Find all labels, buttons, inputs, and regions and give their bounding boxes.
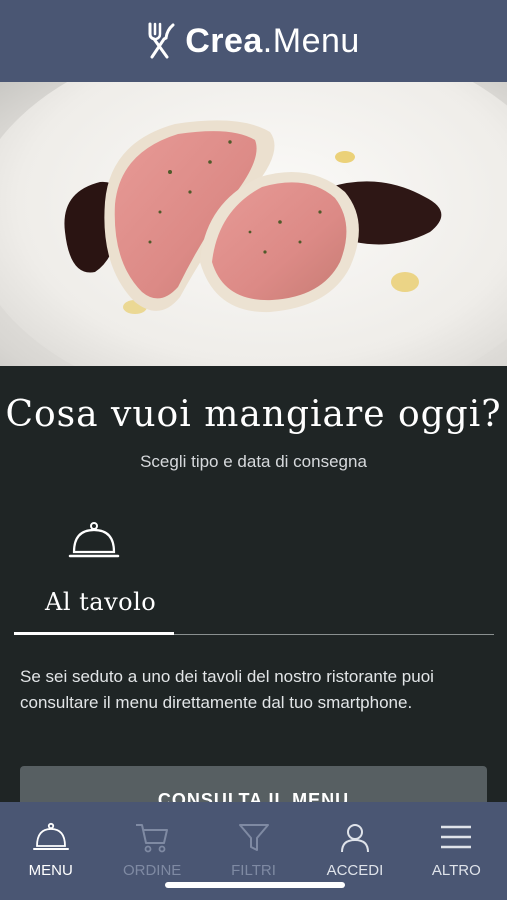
page-subtitle: Scegli tipo e data di consegna: [140, 452, 367, 471]
tab-active-indicator: [14, 632, 174, 635]
fork-knife-icon: [147, 22, 177, 60]
nav-label-accedi: ACCEDI: [326, 862, 384, 879]
app-logo-text: Crea.Menu: [185, 22, 360, 61]
nav-label-filtri: FILTRI: [231, 862, 276, 879]
nav-label-altro: ALTRO: [431, 862, 481, 879]
cloche-icon: [68, 520, 120, 571]
cart-icon: [134, 822, 170, 854]
home-indicator[interactable]: [165, 882, 345, 888]
user-icon: [337, 822, 373, 854]
cloche-icon: [32, 822, 69, 854]
tab-description: Se sei seduto a uno dei tavoli del nostr…: [20, 667, 434, 712]
app-logo[interactable]: Crea.Menu: [147, 22, 360, 61]
hamburger-icon: [438, 822, 474, 854]
nav-item-menu[interactable]: MENU: [0, 802, 101, 900]
tab-label: Al tavolo: [45, 588, 157, 616]
logo-text-bold: Crea: [185, 21, 263, 60]
nav-label-ordine: ORDINE: [122, 862, 182, 879]
main-content: Cosa vuoi mangiare oggi? Scegli tipo e d…: [0, 366, 507, 826]
hero-image: [0, 82, 507, 366]
page-title: Cosa vuoi mangiare oggi?: [5, 394, 502, 435]
filter-icon: [236, 822, 272, 854]
nav-label-menu: MENU: [28, 862, 73, 879]
tab-al-tavolo[interactable]: Al tavolo: [14, 516, 174, 636]
logo-text-light: .Menu: [262, 21, 360, 60]
nav-item-altro[interactable]: ALTRO: [406, 802, 507, 900]
app-header: Crea.Menu: [0, 0, 507, 82]
